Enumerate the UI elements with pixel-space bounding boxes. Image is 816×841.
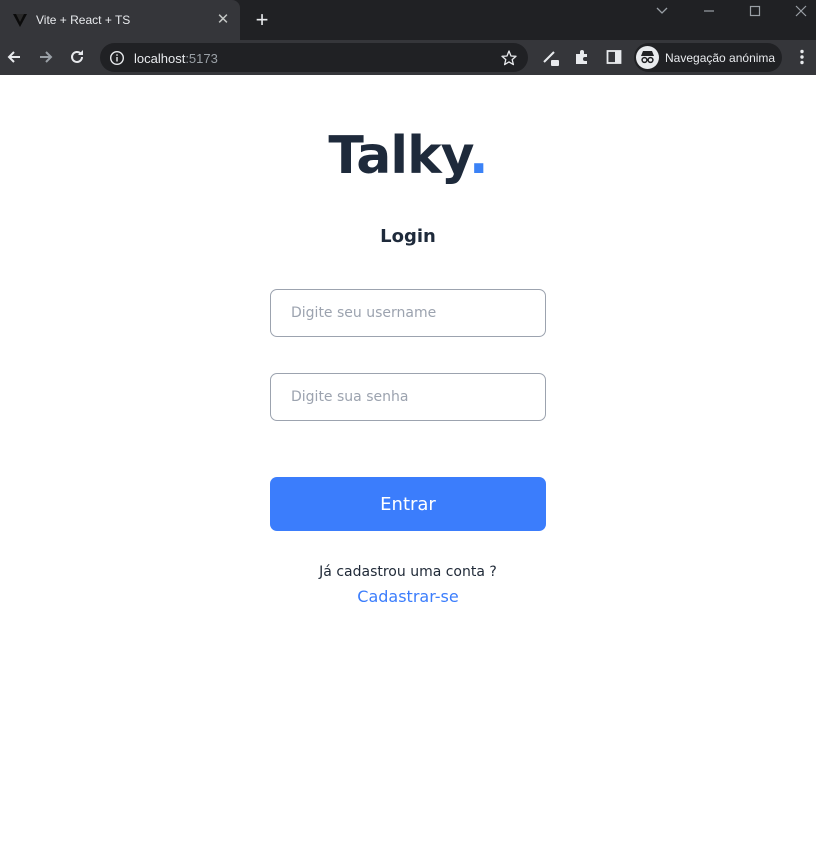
username-input[interactable] [270,289,546,337]
tab-close-icon[interactable]: ✕ [214,11,232,29]
password-input[interactable] [270,373,546,421]
reload-icon[interactable] [67,47,87,67]
browser-menu-icon[interactable] [795,48,809,66]
logo-text: Talky [328,126,469,186]
address-host: localhost [134,51,186,66]
side-panel-icon[interactable] [605,48,623,66]
site-info-icon[interactable] [109,50,125,66]
close-window-icon[interactable] [789,2,813,20]
login-button[interactable]: Entrar [270,477,546,531]
minimize-icon[interactable] [697,2,721,20]
app-logo: Talky. [0,125,816,187]
back-icon[interactable] [4,47,24,67]
signup-question: Já cadastrou uma conta ? [319,564,497,580]
logo-dot: . [468,126,489,186]
incognito-profile-button[interactable]: Navegação anónima [634,43,782,72]
browser-titlebar: Vite + React + TS ✕ + [0,0,816,40]
browser-tab[interactable]: Vite + React + TS ✕ [0,0,240,40]
page-title: Login [380,226,436,247]
signup-link-row: Cadastrar-se [0,587,816,606]
address-port: :5173 [185,51,218,66]
maximize-icon[interactable] [743,2,767,20]
bookmark-star-icon[interactable] [500,49,518,67]
edit-extension-icon[interactable] [541,48,559,66]
forward-icon[interactable] [36,47,56,67]
incognito-icon [636,46,659,69]
address-url: localhost:5173 [134,51,218,66]
login-page: Talky. Login Entrar Já cadastrou uma con… [0,75,816,841]
extensions-puzzle-icon[interactable] [573,48,591,66]
tab-title: Vite + React + TS [36,13,131,27]
address-bar[interactable]: localhost:5173 [100,43,528,72]
tab-search-icon[interactable] [650,2,674,20]
vite-icon [12,12,28,28]
signup-link[interactable]: Cadastrar-se [357,587,458,606]
incognito-label: Navegação anónima [665,51,776,65]
browser-toolbar: localhost:5173 Navegação anónima [0,40,816,75]
new-tab-icon[interactable]: + [252,9,272,31]
